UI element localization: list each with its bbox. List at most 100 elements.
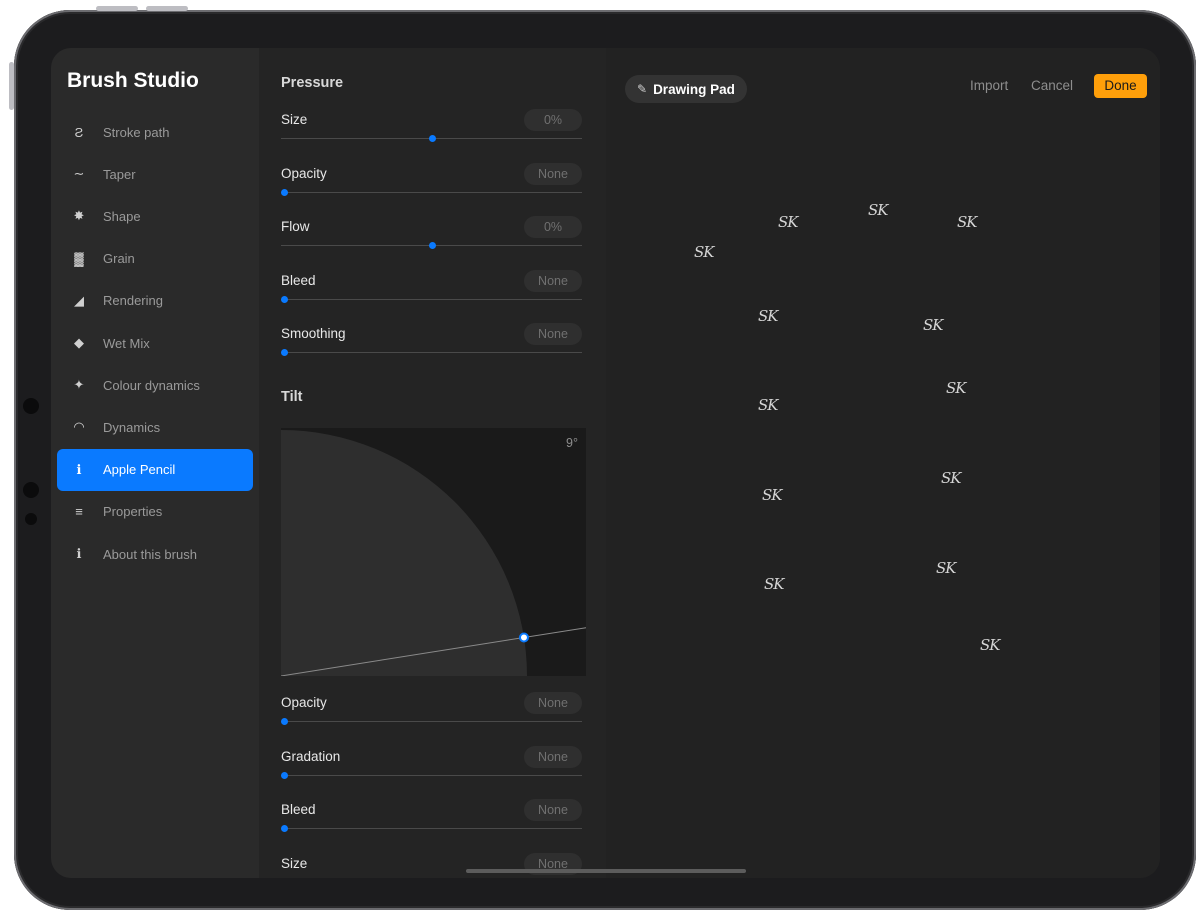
brush-stamp: SK bbox=[778, 213, 799, 231]
sidebar-item-colour-dynamics[interactable]: ✦ Colour dynamics bbox=[57, 364, 253, 406]
volume-down-button bbox=[146, 6, 188, 11]
tilt-handle bbox=[518, 632, 529, 643]
pressure-opacity-slider-thumb[interactable] bbox=[281, 188, 288, 196]
tilt-bleed-value[interactable]: None bbox=[524, 799, 582, 822]
sidebar-item-stroke-path[interactable]: Ƨ Stroke path bbox=[57, 111, 253, 153]
app-title: Brush Studio bbox=[67, 69, 199, 92]
sidebar-item-taper[interactable]: ∼ Taper bbox=[57, 153, 253, 195]
rendering-icon: ◢ bbox=[74, 292, 84, 308]
info-icon: ℹ bbox=[76, 546, 82, 561]
pressure-bleed-slider-thumb[interactable] bbox=[281, 295, 288, 303]
sidebar-item-about-this-brush[interactable]: ℹ About this brush bbox=[57, 533, 253, 575]
pressure-size-slider-thumb[interactable] bbox=[429, 135, 436, 142]
shape-icon: ✸ bbox=[73, 208, 85, 224]
pressure-opacity-slider[interactable] bbox=[281, 191, 582, 193]
drawing-pad-button[interactable]: ✎ Drawing Pad bbox=[625, 75, 747, 103]
sidebar-item-rendering[interactable]: ◢ Rendering bbox=[57, 280, 253, 322]
tilt-bleed-slider-thumb[interactable] bbox=[281, 825, 288, 833]
tilt-opacity-label: Opacity bbox=[281, 695, 327, 710]
camera-sensor bbox=[25, 513, 37, 525]
brush-stamp: SK bbox=[936, 559, 957, 577]
pressure-size-label: Size bbox=[281, 112, 308, 127]
pressure-opacity-value[interactable]: None bbox=[524, 162, 582, 185]
tilt-angle-label: 9° bbox=[566, 436, 578, 450]
tilt-gradation-value[interactable]: None bbox=[524, 745, 582, 768]
brush-stamp: SK bbox=[923, 316, 944, 334]
tilt-graph[interactable]: 9° bbox=[281, 428, 586, 676]
cancel-button[interactable]: Cancel bbox=[1031, 78, 1073, 93]
drawing-pad-label: Drawing Pad bbox=[653, 81, 735, 97]
tilt-opacity-value[interactable]: None bbox=[524, 692, 582, 714]
volume-up-button bbox=[96, 6, 138, 11]
pressure-flow-label: Flow bbox=[281, 219, 310, 235]
pressure-size-value[interactable]: 0% bbox=[524, 109, 582, 131]
tilt-section-title: Tilt bbox=[281, 389, 303, 405]
sidebar-item-apple-pencil[interactable]: ℹ Apple Pencil bbox=[57, 448, 253, 491]
pressure-bleed-label: Bleed bbox=[281, 272, 316, 288]
tilt-graph-canvas bbox=[281, 430, 586, 676]
sidebar-item-wet-mix[interactable]: ◆ Wet Mix bbox=[57, 322, 253, 364]
sidebar-item-properties[interactable]: ≡ Properties bbox=[57, 491, 253, 533]
sidebar-item-label: Colour dynamics bbox=[103, 377, 200, 393]
screen: Brush Studio Ƨ Stroke path ∼ Taper ✸ Shape ▓ Gr… bbox=[51, 48, 1160, 878]
sidebar-item-label: Properties bbox=[103, 504, 163, 520]
brush-stamp: SK bbox=[694, 243, 715, 261]
tilt-opacity-slider[interactable] bbox=[281, 721, 582, 722]
tilt-gradation-slider[interactable] bbox=[281, 774, 582, 776]
grain-icon: ▓ bbox=[74, 251, 84, 267]
tilt-opacity-slider-thumb[interactable] bbox=[281, 718, 288, 725]
sidebar-item-label: Stroke path bbox=[103, 124, 170, 140]
brush-stamp: SK bbox=[758, 307, 779, 325]
info-icon: ℹ bbox=[76, 461, 82, 477]
pressure-opacity-label: Opacity bbox=[281, 165, 327, 181]
drawing-pad[interactable]: ✎ Drawing Pad Import Cancel Done SK SK S… bbox=[606, 48, 1160, 878]
pressure-flow-value[interactable]: 0% bbox=[524, 216, 582, 239]
colour-dynamics-icon: ✦ bbox=[73, 377, 85, 393]
pressure-smoothing-slider[interactable] bbox=[281, 352, 582, 354]
pressure-bleed-slider[interactable] bbox=[281, 298, 582, 300]
sidebar: Brush Studio Ƨ Stroke path ∼ Taper ✸ Shape ▓ Gr… bbox=[51, 48, 259, 878]
brush-stamp: SK bbox=[957, 213, 978, 231]
dynamics-icon: ◠ bbox=[73, 419, 85, 435]
pressure-bleed-value[interactable]: None bbox=[524, 269, 582, 292]
brush-stamp: SK bbox=[758, 396, 779, 414]
tilt-gradation-slider-thumb[interactable] bbox=[281, 771, 288, 779]
sidebar-item-label: Grain bbox=[103, 251, 135, 267]
import-button[interactable]: Import bbox=[970, 78, 1008, 93]
tilt-gradation-label: Gradation bbox=[281, 748, 341, 764]
settings-panel: Pressure Size 0% Opacity None Flow 0% Bleed Non… bbox=[259, 48, 606, 878]
sidebar-item-label: About this brush bbox=[103, 546, 197, 562]
pressure-flow-slider-thumb[interactable] bbox=[429, 242, 436, 250]
brush-stamp: SK bbox=[946, 379, 967, 397]
sidebar-item-shape[interactable]: ✸ Shape bbox=[57, 195, 253, 237]
camera-lens bbox=[23, 398, 39, 414]
sidebar-item-dynamics[interactable]: ◠ Dynamics bbox=[57, 406, 253, 448]
sidebar-item-label: Shape bbox=[103, 208, 141, 224]
sidebar-item-grain[interactable]: ▓ Grain bbox=[57, 238, 253, 280]
brush-stamp: SK bbox=[941, 469, 962, 487]
home-indicator[interactable] bbox=[466, 869, 746, 873]
tilt-quarter-circle bbox=[281, 430, 527, 676]
sidebar-item-label: Dynamics bbox=[103, 419, 161, 435]
sidebar-item-label: Rendering bbox=[103, 293, 163, 309]
top-button bbox=[9, 62, 14, 110]
tilt-size-label: Size bbox=[281, 855, 308, 871]
pressure-smoothing-value[interactable]: None bbox=[524, 323, 582, 346]
brush-stamp: SK bbox=[980, 636, 1001, 654]
brush-stamp: SK bbox=[868, 201, 889, 219]
pressure-section-title: Pressure bbox=[281, 75, 344, 91]
pressure-smoothing-slider-thumb[interactable] bbox=[281, 349, 288, 357]
brush-stamp: SK bbox=[762, 486, 783, 504]
taper-icon: ∼ bbox=[73, 166, 85, 182]
wet-mix-icon: ◆ bbox=[74, 335, 84, 350]
edit-icon: ✎ bbox=[637, 82, 648, 96]
done-button[interactable]: Done bbox=[1094, 74, 1147, 98]
stroke-path-icon: Ƨ bbox=[74, 124, 84, 140]
tilt-bleed-label: Bleed bbox=[281, 802, 316, 818]
sidebar-item-label: Wet Mix bbox=[103, 335, 150, 351]
sidebar-item-label: Taper bbox=[103, 166, 136, 182]
tilt-bleed-slider[interactable] bbox=[281, 828, 582, 830]
pressure-smoothing-label: Smoothing bbox=[281, 326, 346, 342]
brush-stamp: SK bbox=[764, 575, 785, 593]
sidebar-item-label: Apple Pencil bbox=[103, 462, 176, 478]
